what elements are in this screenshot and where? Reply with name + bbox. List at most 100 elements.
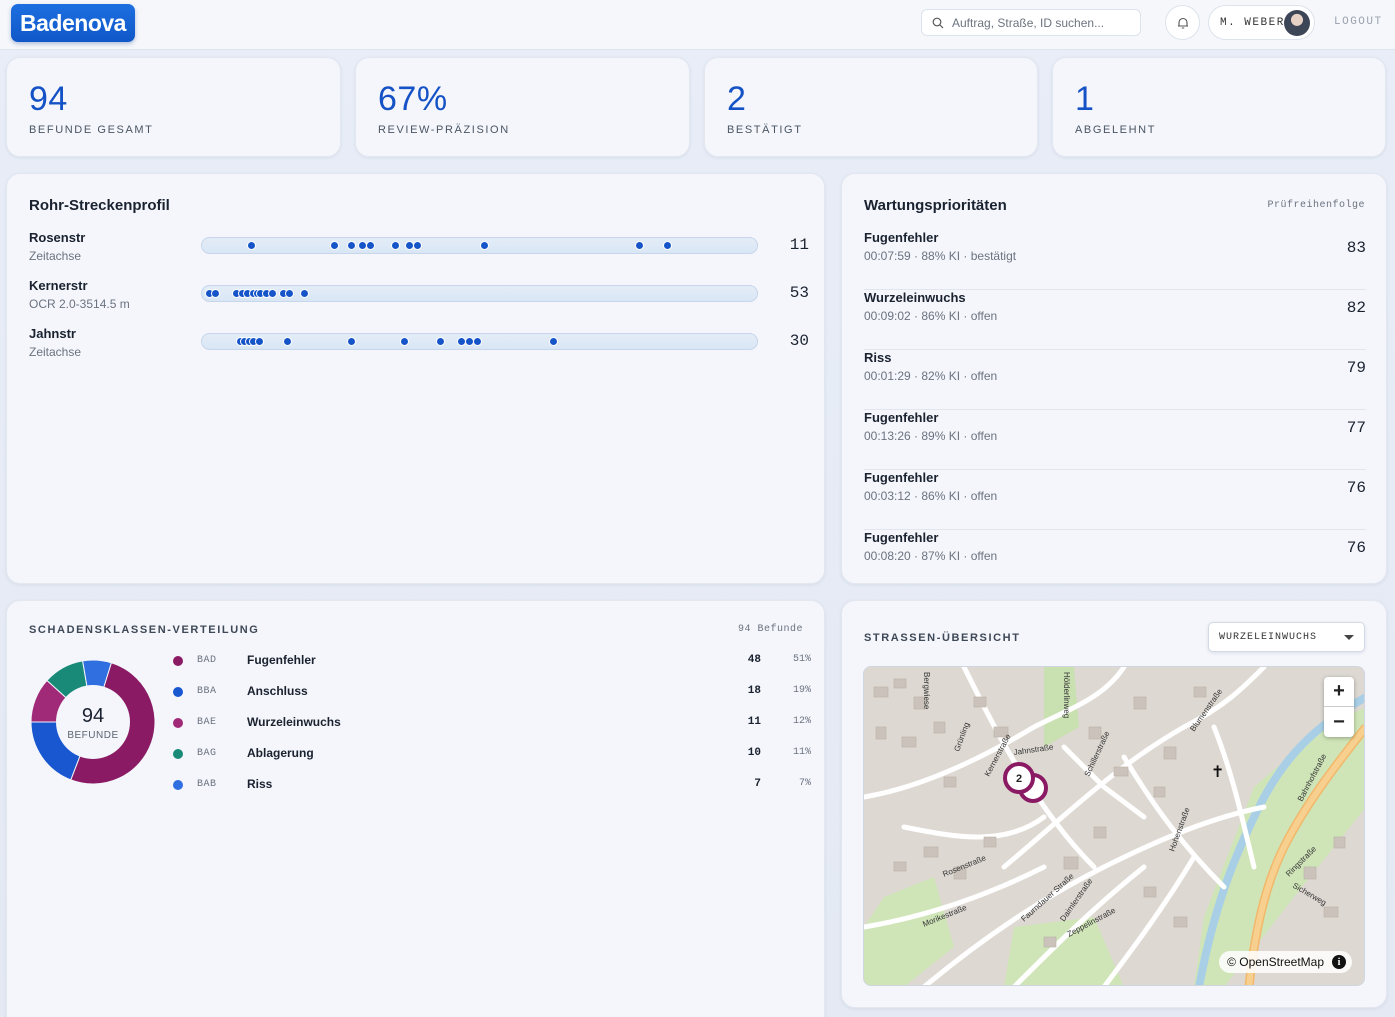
priority-title: Fugenfehler	[864, 530, 939, 545]
kpi-value: 1	[1075, 80, 1095, 118]
priority-meta: 00:01:29 · 82% KI · offen	[864, 369, 998, 383]
finding-dot[interactable]	[246, 241, 256, 250]
map-attribution: © OpenStreetMap i	[1219, 951, 1352, 973]
profile-row[interactable]: Jahnstr Zeitachse 30	[29, 326, 809, 366]
search-box[interactable]	[921, 9, 1141, 36]
card-title: Wartungsprioritäten	[864, 197, 1007, 214]
damage-class-distribution-card: SCHADENSKLASSEN-VERTEILUNG 94 Befunde 94…	[6, 600, 825, 1017]
bell-icon	[1177, 17, 1188, 29]
priority-meta: 00:07:59 · 88% KI · bestätigt	[864, 249, 1017, 263]
profile-track[interactable]	[201, 285, 758, 302]
priority-title: Riss	[864, 350, 892, 365]
street-subtitle: OCR 2.0-3514.5 m	[29, 297, 130, 311]
card-title: STRASSEN-ÜBERSICHT	[864, 632, 1021, 644]
priority-item[interactable]: Fugenfehler 00:07:59 · 88% KI · bestätig…	[864, 230, 1366, 290]
donut-chart: 94 BEFUNDE	[30, 659, 156, 785]
finding-dot[interactable]	[299, 289, 309, 298]
finding-dot[interactable]	[210, 289, 220, 298]
attribution-text: © OpenStreetMap	[1227, 955, 1324, 969]
damage-class-filter[interactable]: WURZELEINWUCHS	[1208, 622, 1365, 652]
pipe-profile-card: Rohr-Streckenprofil Rosenstr Zeitachse 1…	[6, 173, 825, 584]
finding-dot[interactable]	[473, 337, 483, 346]
class-code: BAE	[197, 717, 217, 728]
priority-item[interactable]: Riss 00:01:29 · 82% KI · offen 79	[864, 350, 1366, 410]
user-menu[interactable]: M. WEBER	[1208, 5, 1315, 40]
priority-score: 83	[1346, 239, 1366, 257]
profile-track[interactable]	[201, 333, 758, 350]
card-subtitle: Prüfreihenfolge	[1267, 200, 1365, 211]
distribution-row[interactable]: BAG Ablagerung 10 11%	[173, 745, 811, 765]
priority-meta: 00:08:20 · 87% KI · offen	[864, 549, 998, 563]
class-code: BBA	[197, 686, 217, 697]
kpi-value: 94	[29, 80, 68, 118]
class-code: BAG	[197, 748, 217, 759]
class-count: 18	[747, 685, 761, 697]
priority-item[interactable]: Wurzeleinwuchs 00:09:02 · 86% KI · offen…	[864, 290, 1366, 350]
profile-row[interactable]: Kernerstr OCR 2.0-3514.5 m 53	[29, 278, 809, 318]
card-title: SCHADENSKLASSEN-VERTEILUNG	[29, 624, 260, 636]
kpi-label: BESTÄTIGT	[727, 124, 803, 136]
priority-item[interactable]: Fugenfehler 00:08:20 · 87% KI · offen 76	[864, 530, 1366, 590]
finding-dot[interactable]	[391, 241, 401, 250]
distribution-row[interactable]: BAB Riss 7 7%	[173, 776, 811, 796]
map-canvas[interactable]: Jahnstraße Kernerstraße Rosenstraße Mori…	[864, 667, 1365, 986]
finding-dot[interactable]	[480, 241, 490, 250]
zoom-out-button[interactable]: −	[1324, 707, 1354, 737]
finding-dot[interactable]	[435, 337, 445, 346]
priority-title: Wurzeleinwuchs	[864, 290, 966, 305]
distribution-row[interactable]: BAD Fugenfehler 48 51%	[173, 652, 811, 672]
info-icon[interactable]: i	[1332, 955, 1346, 969]
priority-item[interactable]: Fugenfehler 00:13:26 · 89% KI · offen 77	[864, 410, 1366, 470]
street-map[interactable]: Jahnstraße Kernerstraße Rosenstraße Mori…	[863, 666, 1365, 986]
street-name: Jahnstr	[29, 326, 76, 341]
finding-dot[interactable]	[284, 289, 294, 298]
finding-dot[interactable]	[346, 337, 356, 346]
street-subtitle: Zeitachse	[29, 345, 82, 359]
street-name: Kernerstr	[29, 278, 88, 293]
zoom-in-button[interactable]: +	[1324, 677, 1354, 707]
finding-dot[interactable]	[413, 241, 423, 250]
finding-dot[interactable]	[346, 241, 356, 250]
street-subtitle: Zeitachse	[29, 249, 82, 263]
brand-logo[interactable]: Badenova	[11, 4, 135, 42]
cluster-count: 2	[1016, 773, 1022, 785]
legend-bullet	[173, 718, 183, 728]
priority-title: Fugenfehler	[864, 470, 939, 485]
priority-title: Fugenfehler	[864, 410, 939, 425]
priority-meta: 00:09:02 · 86% KI · offen	[864, 309, 998, 323]
profile-track[interactable]	[201, 237, 758, 254]
finding-dot[interactable]	[399, 337, 409, 346]
finding-dot[interactable]	[330, 241, 340, 250]
total-findings: 94 Befunde	[737, 624, 803, 635]
finding-dot[interactable]	[255, 337, 265, 346]
finding-count: 53	[789, 284, 809, 302]
finding-dot[interactable]	[268, 289, 278, 298]
map-zoom-controls: + −	[1324, 677, 1354, 737]
finding-dot[interactable]	[663, 241, 673, 250]
kpi-card-confirmed: 2 BESTÄTIGT	[704, 57, 1038, 157]
priority-item[interactable]: Fugenfehler 00:03:12 · 86% KI · offen 76	[864, 470, 1366, 530]
top-bar: Badenova M. WEBER LOGOUT	[0, 0, 1395, 50]
legend-bullet	[173, 656, 183, 666]
priority-score: 76	[1346, 479, 1366, 497]
class-name: Ablagerung	[247, 746, 314, 760]
distribution-row[interactable]: BAE Wurzeleinwuchs 11 12%	[173, 714, 811, 734]
distribution-row[interactable]: BBA Anschluss 18 19%	[173, 683, 811, 703]
finding-dot[interactable]	[635, 241, 645, 250]
legend-bullet	[173, 749, 183, 759]
maintenance-priorities-card: Wartungsprioritäten Prüfreihenfolge Fuge…	[841, 173, 1387, 584]
search-input[interactable]	[952, 15, 1132, 30]
profile-row[interactable]: Rosenstr Zeitachse 11	[29, 230, 809, 270]
finding-dot[interactable]	[549, 337, 559, 346]
class-percent: 7%	[798, 778, 811, 789]
kpi-card-precision: 67% REVIEW-PRÄZISION	[355, 57, 690, 157]
finding-dot[interactable]	[283, 337, 293, 346]
legend-bullet	[173, 780, 183, 790]
kpi-value: 2	[727, 80, 747, 118]
finding-dot[interactable]	[366, 241, 376, 250]
class-name: Wurzeleinwuchs	[247, 715, 341, 729]
search-icon	[932, 17, 944, 28]
kpi-card-rejected: 1 ABGELEHNT	[1052, 57, 1386, 157]
notifications-button[interactable]	[1165, 5, 1200, 40]
logout-link[interactable]: LOGOUT	[1334, 16, 1383, 28]
